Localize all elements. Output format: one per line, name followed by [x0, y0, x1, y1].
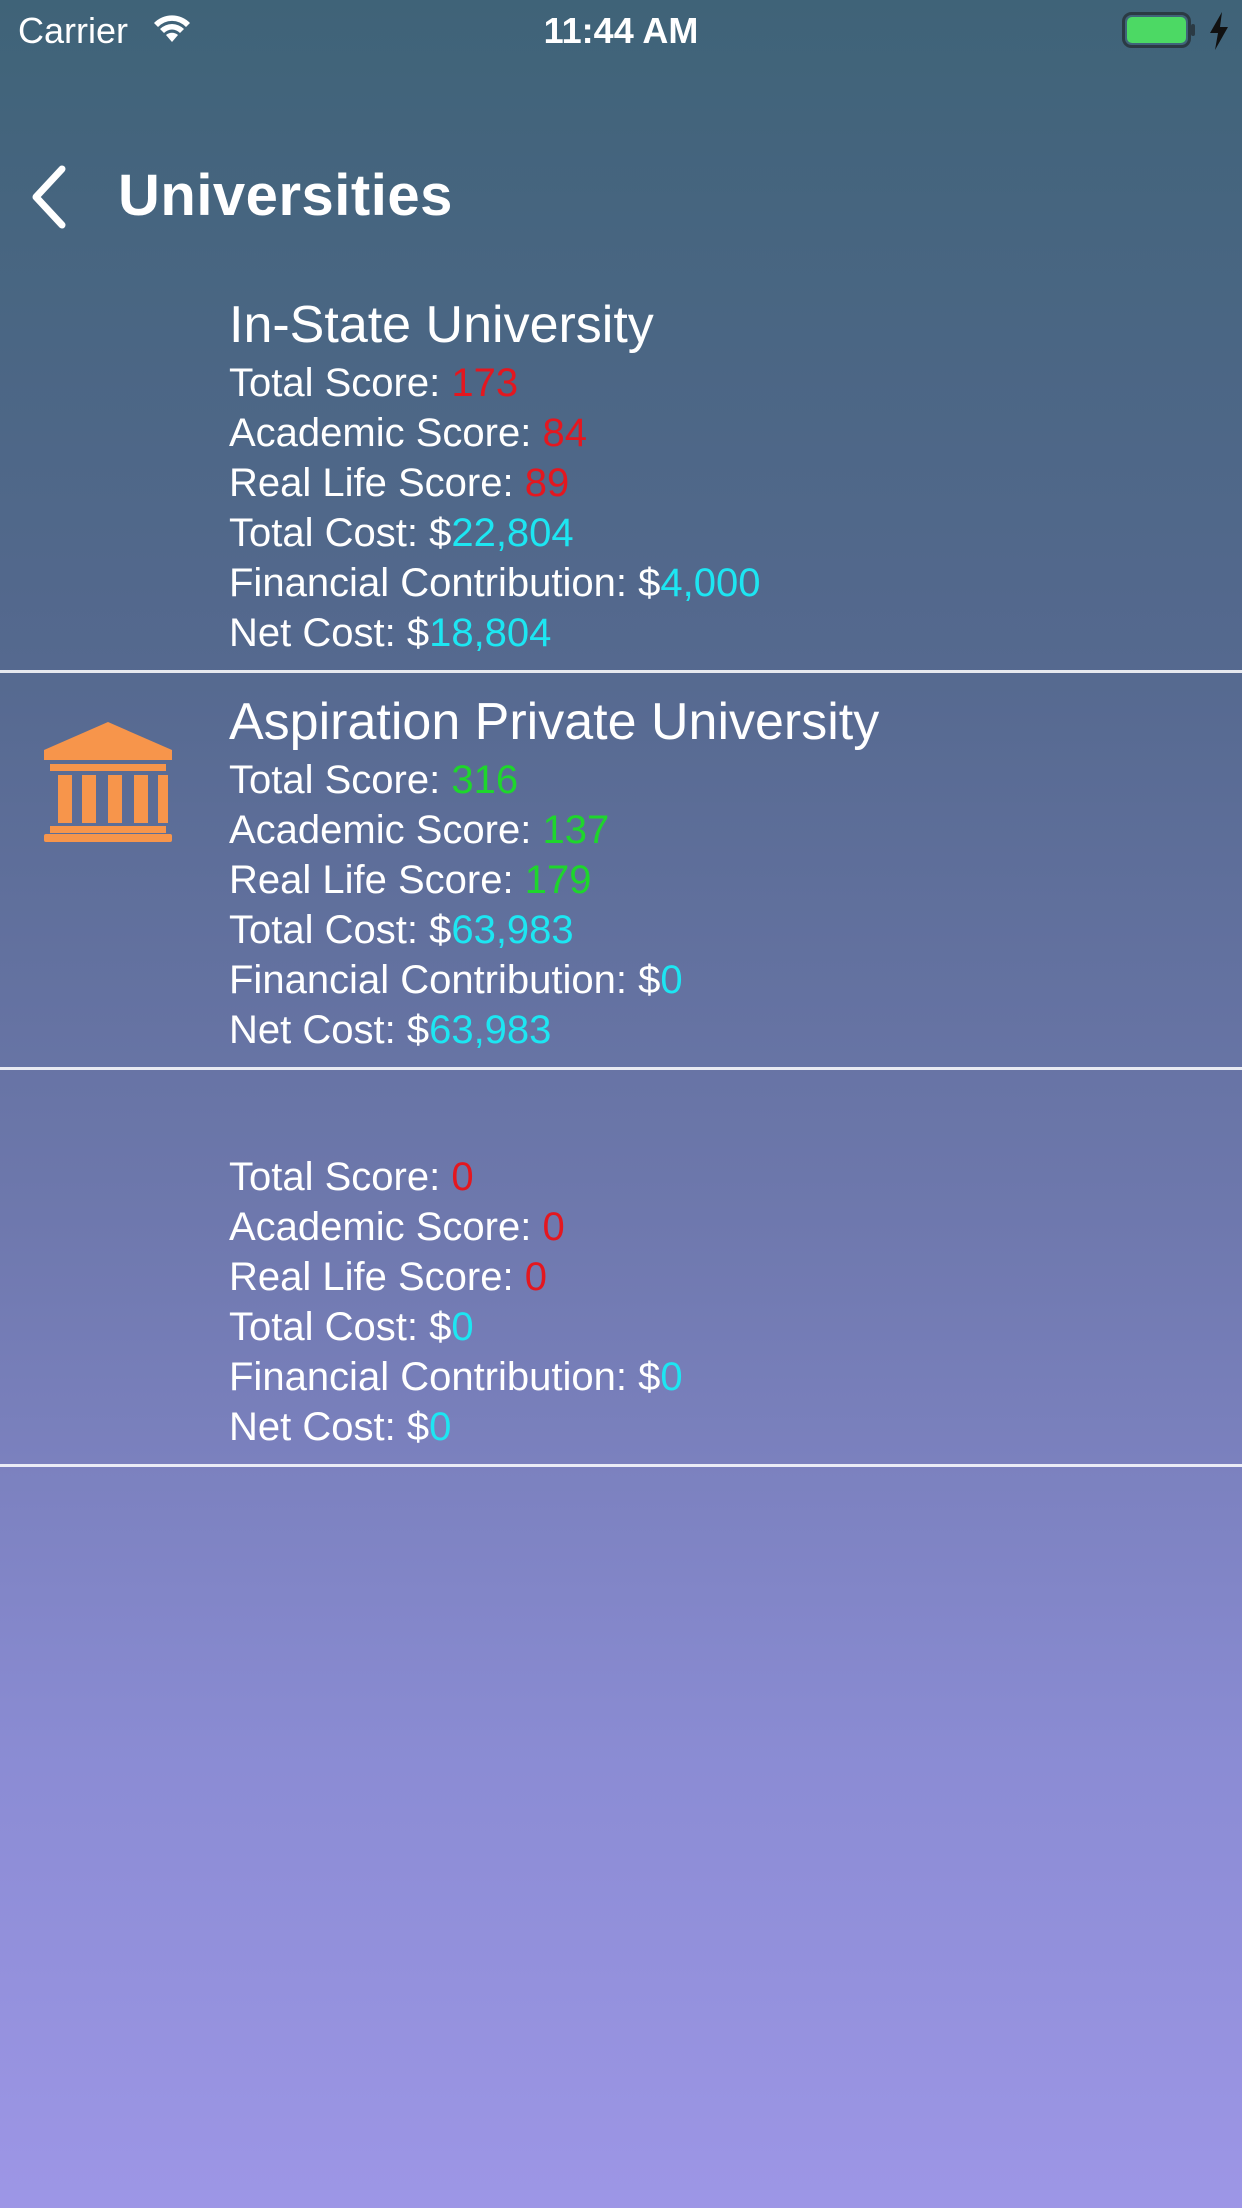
battery-icon	[1122, 12, 1195, 48]
total-score-value: 0	[451, 1155, 474, 1199]
total-cost: Total Cost: $63,983	[229, 905, 879, 955]
financial-contribution-label: Financial Contribution: $	[229, 958, 661, 1002]
net-cost-value: 18,804	[429, 611, 552, 655]
total-score-value: 173	[451, 361, 519, 405]
university-name: Aspiration Private University	[229, 693, 880, 751]
real-life-score: Real Life Score: 179	[229, 855, 879, 905]
net-cost-value: 63,983	[429, 1008, 552, 1052]
financial-contribution-label: Financial Contribution: $	[229, 561, 661, 605]
university-building-icon	[44, 722, 172, 842]
real-life-score-label: Real Life Score:	[229, 858, 525, 902]
universities-list: In-State University Total Score: 173 Aca…	[0, 276, 1242, 1467]
financial-contribution-value: 0	[660, 1355, 683, 1399]
total-cost: Total Cost: $22,804	[229, 508, 760, 558]
total-score-value: 316	[451, 758, 519, 802]
financial-contribution-label: Financial Contribution: $	[229, 1355, 661, 1399]
university-name: In-State University	[229, 296, 654, 354]
academic-score: Academic Score: 137	[229, 805, 879, 855]
academic-score-label: Academic Score:	[229, 411, 543, 455]
real-life-score-value: 179	[524, 858, 592, 902]
academic-score-label: Academic Score:	[229, 808, 543, 852]
total-score-label: Total Score:	[229, 758, 452, 802]
academic-score-value: 137	[542, 808, 610, 852]
total-cost-value: 22,804	[451, 511, 574, 555]
financial-contribution-value: 4,000	[660, 561, 761, 605]
real-life-score-label: Real Life Score:	[229, 1255, 525, 1299]
total-score-label: Total Score:	[229, 1155, 452, 1199]
university-name	[229, 1086, 683, 1152]
net-cost: Net Cost: $18,804	[229, 608, 760, 658]
net-cost-label: Net Cost: $	[229, 1405, 430, 1449]
university-details: Aspiration Private University Total Scor…	[229, 689, 879, 1055]
financial-contribution: Financial Contribution: $0	[229, 1352, 683, 1402]
university-row[interactable]: Total Score: 0 Academic Score: 0 Real Li…	[0, 1070, 1242, 1467]
total-score-label: Total Score:	[229, 361, 452, 405]
net-cost-label: Net Cost: $	[229, 611, 430, 655]
real-life-score: Real Life Score: 89	[229, 458, 760, 508]
total-cost: Total Cost: $0	[229, 1302, 683, 1352]
academic-score-label: Academic Score:	[229, 1205, 543, 1249]
net-cost-value: 0	[429, 1405, 452, 1449]
real-life-score-value: 0	[524, 1255, 547, 1299]
total-cost-label: Total Cost: $	[229, 908, 452, 952]
total-cost-label: Total Cost: $	[229, 1305, 452, 1349]
total-score: Total Score: 0	[229, 1152, 683, 1202]
status-bar: Carrier 11:44 AM	[0, 0, 1242, 62]
financial-contribution-value: 0	[660, 958, 683, 1002]
academic-score-value: 84	[542, 411, 587, 455]
status-time: 11:44 AM	[543, 10, 699, 51]
university-row-selected[interactable]: Aspiration Private University Total Scor…	[0, 673, 1242, 1070]
total-cost-value: 0	[451, 1305, 474, 1349]
real-life-score: Real Life Score: 0	[229, 1252, 683, 1302]
university-row[interactable]: In-State University Total Score: 173 Aca…	[0, 276, 1242, 673]
academic-score-value: 0	[542, 1205, 565, 1249]
chevron-left-icon[interactable]	[28, 164, 68, 230]
university-details: Total Score: 0 Academic Score: 0 Real Li…	[229, 1086, 683, 1452]
net-cost: Net Cost: $63,983	[229, 1005, 879, 1055]
total-score: Total Score: 173	[229, 358, 760, 408]
charging-bolt-icon	[1210, 12, 1228, 50]
financial-contribution: Financial Contribution: $4,000	[229, 558, 760, 608]
academic-score: Academic Score: 84	[229, 408, 760, 458]
net-cost: Net Cost: $0	[229, 1402, 683, 1452]
total-cost-value: 63,983	[451, 908, 574, 952]
financial-contribution: Financial Contribution: $0	[229, 955, 879, 1005]
navigation-bar: Universities	[0, 140, 1242, 260]
total-score: Total Score: 316	[229, 755, 879, 805]
university-details: In-State University Total Score: 173 Aca…	[229, 292, 760, 658]
academic-score: Academic Score: 0	[229, 1202, 683, 1252]
real-life-score-label: Real Life Score:	[229, 461, 525, 505]
page-title: Universities	[118, 163, 453, 228]
total-cost-label: Total Cost: $	[229, 511, 452, 555]
net-cost-label: Net Cost: $	[229, 1008, 430, 1052]
real-life-score-value: 89	[524, 461, 570, 505]
